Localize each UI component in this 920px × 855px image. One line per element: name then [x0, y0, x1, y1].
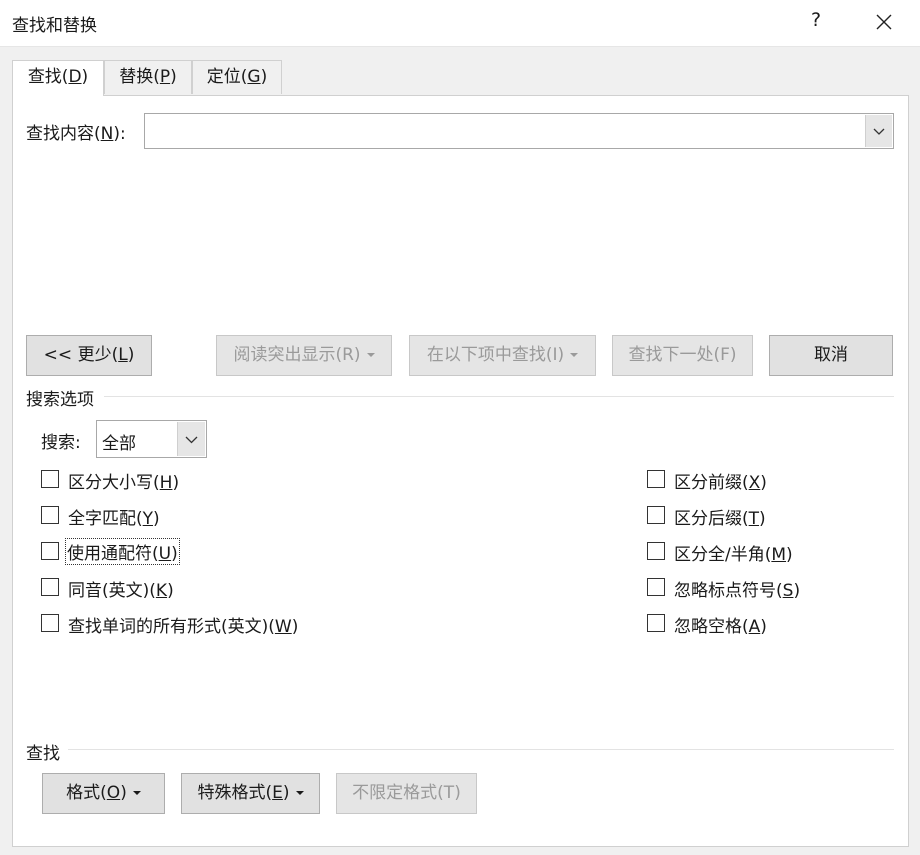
find-what-combobox[interactable] [144, 113, 894, 149]
ignore-punctuation-label[interactable]: 忽略标点符号(S) [674, 576, 800, 601]
checkbox-match-width[interactable] [647, 542, 665, 560]
tab-goto[interactable]: 定位(G) [192, 60, 282, 94]
search-direction-label: 搜索: [41, 433, 81, 453]
search-direction-dropdown-button[interactable] [177, 422, 205, 456]
reading-highlight-button[interactable]: 阅读突出显示(R) [216, 335, 392, 376]
search-direction-select[interactable]: 全部 [96, 420, 207, 458]
sounds-like-label[interactable]: 同音(英文)(K) [68, 576, 174, 601]
checkbox-match-prefix[interactable] [647, 470, 665, 488]
chevron-down-icon [873, 128, 885, 135]
tab-replace[interactable]: 替换(P) [104, 60, 192, 94]
dropdown-arrow-icon [570, 353, 579, 357]
match-suffix-label[interactable]: 区分后缀(T) [674, 504, 766, 529]
find-next-button[interactable]: 查找下一处(F) [612, 335, 753, 376]
checkbox-match-case[interactable] [41, 470, 59, 488]
checkbox-ignore-whitespace[interactable] [647, 614, 665, 632]
wildcards-label[interactable]: 使用通配符(U) [65, 538, 180, 565]
format-button[interactable]: 格式(O) [42, 773, 165, 814]
checkbox-wildcards[interactable] [41, 542, 59, 560]
title-bar: 查找和替换 ? [0, 0, 920, 47]
checkbox-sounds-like[interactable] [41, 578, 59, 596]
match-prefix-label[interactable]: 区分前缀(X) [674, 468, 767, 493]
close-icon[interactable] [870, 8, 898, 36]
checkbox-ignore-punctuation[interactable] [647, 578, 665, 596]
checkbox-all-word-forms[interactable] [41, 614, 59, 632]
window-title: 查找和替换 [12, 16, 97, 36]
whole-word-label[interactable]: 全字匹配(Y) [68, 504, 160, 529]
checkbox-match-suffix[interactable] [647, 506, 665, 524]
search-direction-value: 全部 [102, 434, 136, 454]
tab-find[interactable]: 查找(D) [12, 60, 104, 96]
less-button[interactable]: << 更少(L) [26, 335, 152, 376]
no-formatting-button[interactable]: 不限定格式(T) [336, 773, 477, 814]
search-options-heading: 搜索选项 [26, 390, 94, 410]
cancel-button[interactable]: 取消 [769, 335, 893, 376]
help-button[interactable]: ? [806, 9, 826, 31]
find-in-button[interactable]: 在以下项中查找(I) [409, 335, 596, 376]
all-word-forms-label[interactable]: 查找单词的所有形式(英文)(W) [68, 612, 298, 637]
checkbox-whole-word[interactable] [41, 506, 59, 524]
find-what-label: 查找内容(N): [26, 124, 126, 144]
match-width-label[interactable]: 区分全/半角(M) [674, 540, 793, 565]
find-section-heading: 查找 [26, 744, 60, 764]
ignore-whitespace-label[interactable]: 忽略空格(A) [674, 612, 767, 637]
dropdown-arrow-icon [132, 791, 141, 795]
dropdown-arrow-icon [366, 353, 375, 357]
dropdown-arrow-icon [295, 791, 304, 795]
chevron-down-icon [185, 436, 198, 444]
find-what-dropdown-button[interactable] [865, 115, 892, 147]
divider [68, 749, 894, 750]
special-format-button[interactable]: 特殊格式(E) [181, 773, 320, 814]
divider [104, 396, 894, 397]
match-case-label[interactable]: 区分大小写(H) [68, 468, 179, 493]
